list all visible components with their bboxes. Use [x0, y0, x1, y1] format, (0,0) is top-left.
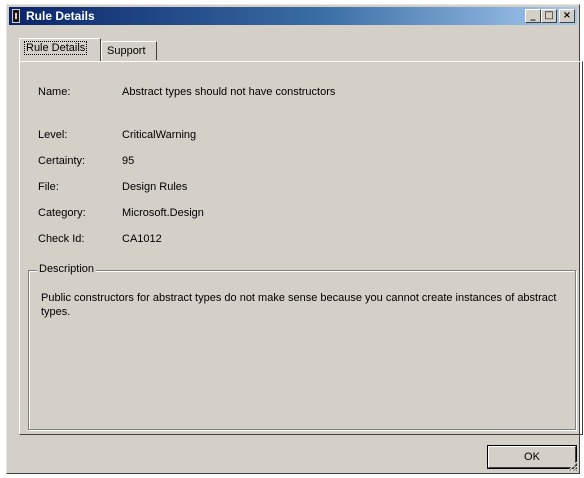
- category-label: Category:: [38, 207, 86, 219]
- close-button[interactable]: ×: [559, 9, 575, 23]
- rule-details-panel: Name: Abstract types should not have con…: [19, 61, 583, 435]
- check-id-value: CA1012: [122, 233, 162, 245]
- certainty-label: Certainty:: [38, 155, 86, 167]
- name-label: Name:: [38, 86, 71, 98]
- file-label: File:: [38, 181, 59, 193]
- minimize-button[interactable]: _: [525, 9, 541, 23]
- title-bar[interactable]: Rule Details _ □ ×: [9, 7, 577, 25]
- category-value: Microsoft.Design: [122, 207, 204, 219]
- certainty-value: 95: [122, 155, 135, 167]
- resize-grip-icon[interactable]: [566, 460, 578, 472]
- maximize-button[interactable]: □: [541, 9, 557, 23]
- name-value: Abstract types should not have construct…: [122, 86, 336, 98]
- rule-details-window: Rule Details _ □ × Rule Details Support …: [6, 4, 583, 474]
- tab-support-label: Support: [107, 45, 146, 57]
- ok-button[interactable]: OK: [488, 446, 576, 468]
- description-group: Description Public constructors for abst…: [28, 263, 576, 430]
- description-label: Description: [37, 263, 97, 275]
- description-text: Public constructors for abstract types d…: [41, 292, 557, 318]
- check-id-label: Check Id:: [38, 233, 85, 245]
- tab-support[interactable]: Support: [101, 41, 157, 60]
- tab-rule-details-label: Rule Details: [23, 41, 88, 55]
- level-label: Level:: [38, 129, 68, 141]
- tab-rule-details[interactable]: Rule Details: [19, 38, 101, 61]
- app-icon: [12, 9, 20, 23]
- level-value: CriticalWarning: [122, 129, 197, 141]
- window-controls: _ □ ×: [525, 9, 575, 23]
- window-title: Rule Details: [26, 9, 95, 23]
- file-value: Design Rules: [122, 181, 188, 193]
